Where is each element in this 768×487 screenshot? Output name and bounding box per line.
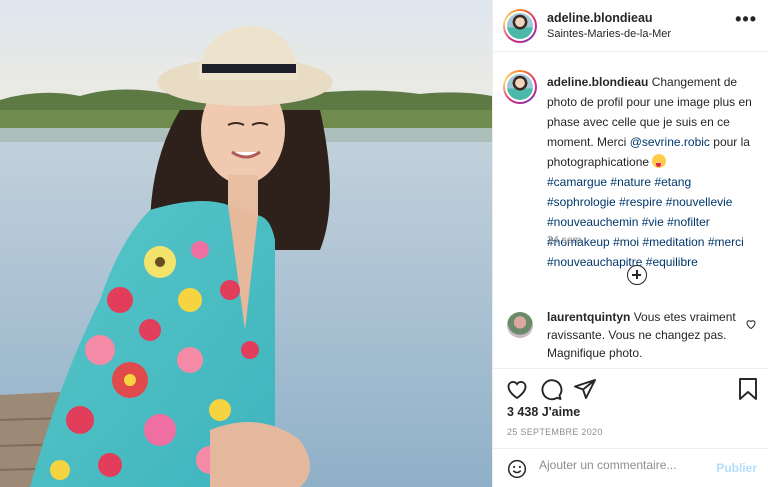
hashtag[interactable]: #nature xyxy=(610,175,651,189)
caption-username[interactable]: adeline.blondieau xyxy=(547,75,648,89)
hashtag[interactable]: #nouveauchemin xyxy=(547,215,638,229)
hashtag[interactable]: #camargue xyxy=(547,175,607,189)
emoji-picker-icon[interactable] xyxy=(507,459,527,479)
post-details-panel: adeline.blondieau Saintes-Maries-de-la-M… xyxy=(492,0,768,487)
photo-illustration xyxy=(0,0,492,487)
hashtag[interactable]: #vie xyxy=(642,215,664,229)
hashtag[interactable]: #merci xyxy=(708,235,744,249)
comment-body: laurentquintyn Vous etes vraiment raviss… xyxy=(547,308,737,362)
likes-count[interactable]: 3 438 J'aime xyxy=(507,405,580,419)
more-options-icon[interactable]: ••• xyxy=(735,10,757,28)
winking-tongue-emoji-icon xyxy=(652,154,667,168)
share-icon[interactable] xyxy=(573,377,597,401)
hashtag[interactable]: #meditation xyxy=(642,235,704,249)
comment-icon[interactable] xyxy=(539,377,563,401)
load-more-comments-icon[interactable] xyxy=(627,265,647,285)
author-username[interactable]: adeline.blondieau xyxy=(547,11,653,25)
comment-like-heart-icon[interactable] xyxy=(745,318,757,330)
hashtag[interactable]: #etang xyxy=(654,175,691,189)
caption-time-ago[interactable]: 34 sem xyxy=(547,234,581,246)
commenter-avatar[interactable] xyxy=(507,312,533,338)
comment-input[interactable] xyxy=(539,458,709,472)
post-date[interactable]: 25 SEPTEMBRE 2020 xyxy=(507,427,603,437)
add-comment-bar: Publier xyxy=(493,448,768,487)
commenter-username[interactable]: laurentquintyn xyxy=(547,310,630,324)
author-avatar[interactable] xyxy=(503,9,537,43)
comment-item: laurentquintyn Vous etes vraiment raviss… xyxy=(493,306,768,366)
post-header: adeline.blondieau Saintes-Maries-de-la-M… xyxy=(493,0,768,52)
hashtag[interactable]: #sophrologie xyxy=(547,195,616,209)
hashtag[interactable]: #equilibre xyxy=(646,255,698,269)
post-photo[interactable] xyxy=(0,0,492,487)
caption-mention[interactable]: @sevrine.robic xyxy=(630,135,710,149)
caption-author-avatar[interactable] xyxy=(503,70,537,104)
post-location[interactable]: Saintes-Maries-de-la-Mer xyxy=(547,28,671,40)
hashtag[interactable]: #nouvellevie xyxy=(666,195,733,209)
hashtag[interactable]: #moi xyxy=(613,235,639,249)
hashtag[interactable]: #nouveauchapitre xyxy=(547,255,642,269)
heart-icon[interactable] xyxy=(505,377,529,401)
hashtag[interactable]: #respire xyxy=(619,195,662,209)
publish-button[interactable]: Publier xyxy=(716,461,757,475)
hashtag[interactable]: #nofilter xyxy=(667,215,710,229)
bookmark-icon[interactable] xyxy=(737,377,759,401)
